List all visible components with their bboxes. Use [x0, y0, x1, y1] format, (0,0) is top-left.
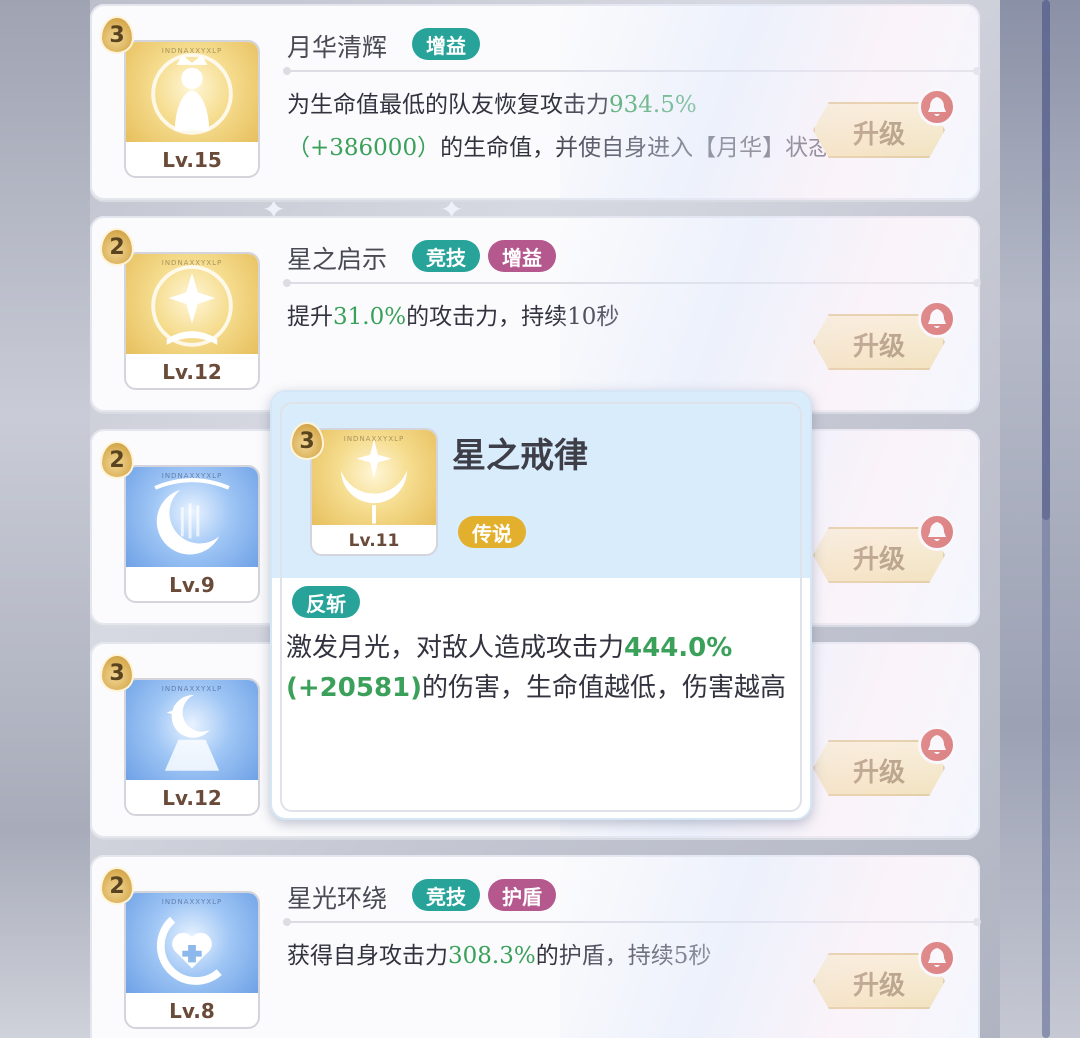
skill-name: 星光环绕	[287, 884, 388, 913]
divider	[283, 67, 981, 75]
popup-description: 激发月光，对敌人造成攻击力444.0%(+20581)的伤害，生命值越低，伤害越…	[286, 633, 787, 703]
skill-icon: INDNAXXYXLP Lv.11	[310, 428, 438, 556]
skill-card[interactable]: INDNAXXYXLP Lv.15 3 月华清辉 增益 为生命值最低的队友恢复攻…	[90, 4, 981, 200]
scrollbar[interactable]	[1042, 0, 1050, 1038]
scroll-thumb[interactable]	[1042, 0, 1050, 520]
skill-card[interactable]: INDNAXXYXLP Lv.12 2 星之启示 竞技 增益 提升31.0%的攻…	[90, 216, 981, 412]
skill-icon: INDNAXXYXLP Lv.12	[124, 678, 260, 816]
bell-icon	[918, 939, 956, 977]
tier-badge: 2	[98, 867, 138, 907]
star-crescent-icon	[341, 439, 407, 524]
bell-icon	[918, 513, 956, 551]
skill-type-tag: 反斩	[292, 586, 360, 618]
tag-buff: 增益	[412, 28, 480, 60]
skill-icon: INDNAXXYXLP Lv.9	[124, 465, 260, 603]
skill-description: 获得自身攻击力308.3%的护盾，持续5秒	[287, 943, 712, 969]
background-right	[1000, 0, 1080, 1038]
praying-maiden-icon	[151, 53, 233, 135]
divider	[283, 279, 981, 287]
skill-card[interactable]: INDNAXXYXLP Lv.8 2 星光环绕 竞技 护盾 获得自身攻击力308…	[90, 855, 981, 1038]
tag-arena: 竞技	[412, 240, 480, 272]
tier-badge: 3	[98, 654, 138, 694]
tier-badge: 3	[288, 422, 328, 462]
divider	[283, 918, 981, 926]
background-left	[0, 0, 90, 1038]
moon-pendant-icon	[164, 695, 220, 771]
bell-icon	[918, 300, 956, 338]
skill-icon: INDNAXXYXLP Lv.8	[124, 891, 260, 1029]
skill-description: 为生命值最低的队友恢复攻击力934.5%（+386000）的生命值，并使自身进入…	[287, 92, 832, 161]
popup-skill-name: 星之戒律	[452, 436, 588, 476]
skill-name: 星之启示	[287, 245, 388, 274]
tag-arena: 竞技	[412, 879, 480, 911]
bell-icon	[918, 88, 956, 126]
skill-description: 提升31.0%的攻击力，持续10秒	[287, 304, 620, 330]
tag-shield: 护盾	[488, 879, 556, 911]
heart-cross-icon	[156, 916, 222, 985]
tier-badge: 2	[98, 441, 138, 481]
skill-name: 月华清辉	[287, 33, 388, 62]
crescent-moon-icon	[154, 478, 230, 555]
sparkle-book-icon	[151, 265, 233, 347]
tier-badge: 2	[98, 228, 138, 268]
tier-badge: 3	[98, 16, 138, 56]
rarity-badge: 传说	[458, 516, 526, 548]
skill-icon: INDNAXXYXLP Lv.12	[124, 252, 260, 390]
tag-buff: 增益	[488, 240, 556, 272]
skill-icon: INDNAXXYXLP Lv.15	[124, 40, 260, 178]
skill-detail-popup: INDNAXXYXLP Lv.11 3 星之戒律 传说 反斩 激发月光，对敌人造…	[270, 390, 812, 820]
bell-icon	[918, 726, 956, 764]
